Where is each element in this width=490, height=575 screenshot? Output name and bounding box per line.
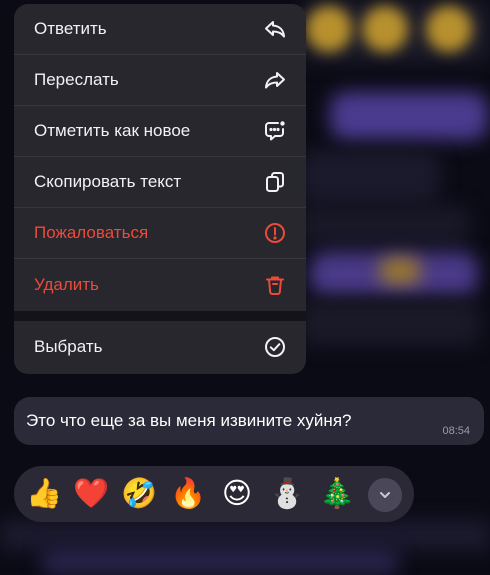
menu-item-select[interactable]: Выбрать (14, 321, 306, 372)
menu-item-forward[interactable]: Переслать (14, 55, 306, 106)
copy-icon (262, 169, 288, 195)
context-menu: Ответить Переслать Отметить как новое Ск… (14, 4, 306, 374)
blurred-message (300, 300, 480, 346)
blurred-message (0, 520, 490, 550)
chevron-down-icon (380, 492, 390, 498)
menu-item-label: Отметить как новое (34, 121, 191, 140)
menu-item-reply[interactable]: Ответить (14, 4, 306, 55)
forward-icon (262, 67, 288, 93)
select-check-icon (262, 334, 288, 360)
reaction-bar: 👍 ❤️ 🤣 🔥 😍 ⛄ 🎄 (14, 466, 414, 522)
reaction-snowman[interactable]: ⛄ (269, 476, 305, 512)
menu-item-delete[interactable]: Удалить (14, 259, 306, 310)
blurred-emoji (362, 6, 408, 52)
reaction-christmas-tree[interactable]: 🎄 (319, 476, 355, 512)
expand-reactions-button[interactable] (368, 478, 402, 512)
menu-separator (14, 311, 306, 321)
report-icon (262, 220, 288, 246)
message-timestamp: 08:54 (442, 425, 470, 437)
reaction-heart-eyes[interactable]: 😍 (219, 476, 255, 512)
blurred-emoji (426, 6, 472, 52)
reaction-rolling-laughing[interactable]: 🤣 (121, 476, 157, 512)
blurred-message (330, 92, 488, 140)
reaction-red-heart[interactable]: ❤️ (73, 476, 109, 512)
mark-unread-icon (262, 118, 288, 144)
menu-item-label: Выбрать (34, 336, 103, 356)
message-bubble[interactable]: Это что еще за вы меня извините хуйня? 0… (14, 397, 484, 445)
blurred-message (300, 150, 440, 204)
blurred-message (300, 205, 470, 245)
blurred-emoji (380, 258, 420, 284)
message-text: Это что еще за вы меня извините хуйня? (26, 411, 352, 430)
reaction-thumbs-up[interactable]: 👍 (26, 476, 62, 512)
menu-item-copy-text[interactable]: Скопировать текст (14, 157, 306, 208)
reaction-fire[interactable]: 🔥 (170, 476, 206, 512)
menu-item-label: Ответить (34, 19, 107, 38)
menu-item-label: Скопировать текст (34, 172, 182, 191)
menu-item-label: Пожаловаться (34, 223, 149, 242)
menu-item-mark-unread[interactable]: Отметить как новое (14, 106, 306, 157)
blurred-message (40, 548, 400, 575)
trash-icon (262, 272, 288, 298)
menu-item-report[interactable]: Пожаловаться (14, 208, 306, 259)
menu-item-label: Переслать (34, 70, 119, 89)
reply-icon (262, 16, 288, 42)
blurred-emoji (306, 6, 352, 52)
menu-item-label: Удалить (34, 274, 99, 294)
